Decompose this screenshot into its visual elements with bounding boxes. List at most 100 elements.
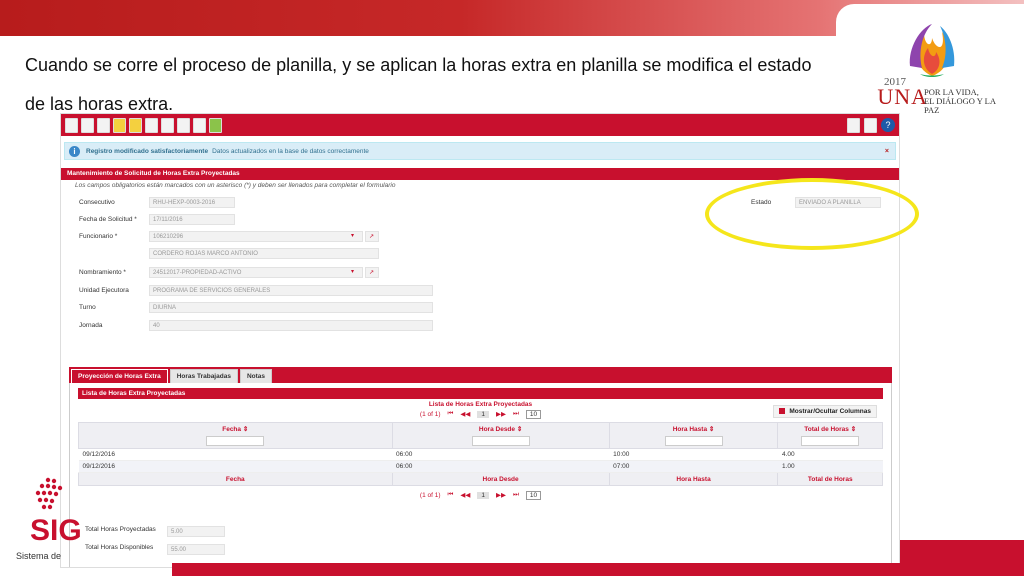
cell-fecha: 09/12/2016 [78,448,393,461]
attachment-icon[interactable] [864,117,877,133]
jornada-field: 40 [149,320,433,331]
report-icon[interactable] [193,117,206,133]
col-fecha-label: Fecha [222,426,242,433]
total-disponibles-field: 55.00 [167,544,225,555]
unidad-label: Unidad Ejecutora [79,287,129,294]
pager-text: (1 of 1) [419,410,441,418]
info-icon: i [69,145,80,157]
cell-hora-desde: 06:00 [392,460,610,473]
network-icon[interactable] [161,117,174,133]
list-icon[interactable] [97,117,110,133]
next-page-icon[interactable]: ▶▶ [496,491,506,499]
col-header-hora-hasta[interactable]: Hora Hasta ⇕ [608,422,779,449]
bottom-banner [172,563,1024,576]
funcionario-open-icon[interactable]: ↗ [365,231,379,242]
new-document-icon[interactable] [65,117,78,133]
grid-icon[interactable] [177,117,190,133]
total-proyectadas-field: 5.00 [167,526,225,537]
nombramiento-label: Nombramiento * [79,269,126,276]
rows-per-page-select[interactable]: 10 [525,409,542,419]
tab-notas[interactable]: Notas [239,369,272,383]
flame-logo-icon [909,24,955,77]
next-page-icon[interactable]: ▶▶ [496,410,506,418]
fecha-field[interactable]: 17/11/2016 [149,214,235,225]
section-title: Mantenimiento de Solicitud de Horas Extr… [61,168,899,180]
document-icon[interactable] [81,117,94,133]
close-message-icon[interactable]: × [885,148,889,155]
window-icon[interactable] [847,117,860,133]
fecha-label: Fecha de Solicitud * [79,216,137,223]
una-logo: 2017 UNA POR LA VIDA, EL DIÁLOGO Y LA PA… [836,4,1024,115]
table-caption: Lista de Horas Extra Proyectadas [428,401,533,408]
message-detail: Datos actualizados en la base de datos c… [212,147,369,155]
total-disponibles-label: Total Horas Disponibles [85,544,154,551]
page-number-bottom[interactable]: 1 [477,491,489,499]
toolbar-right: ? [847,117,899,133]
toggle-columns-label: Mostrar/Ocultar Columnas [789,408,871,415]
col-hora-hasta-label: Hora Hasta [672,426,708,433]
col-hora-desde-label: Hora Desde [478,426,516,433]
pager-top: (1 of 1) ⏮ ◀◀ 1 ▶▶ ⏭ 10 [78,408,883,420]
nombramiento-open-icon[interactable]: ↗ [365,267,379,278]
first-page-icon[interactable]: ⏮ [448,491,454,499]
dots-logo-icon [35,477,63,510]
sigesa-logo: SIG Sistema de [0,470,82,570]
pager-text-bottom: (1 of 1) [419,491,441,499]
clipboard-icon[interactable] [129,117,142,133]
tab-proyeccion[interactable]: Proyección de Horas Extra [71,369,168,383]
message-title: Registro modificado satisfactoriamente [86,147,209,155]
last-page-icon[interactable]: ⏭ [513,410,519,418]
filter-hora-hasta-input[interactable] [664,436,723,446]
pager-bottom: (1 of 1) ⏮ ◀◀ 1 ▶▶ ⏭ 10 [78,489,883,501]
sigesa-subtitle: Sistema de [16,551,62,561]
footer-hora-hasta: Hora Hasta [608,472,779,486]
help-icon[interactable]: ? [881,117,895,132]
cell-hora-desde: 06:00 [392,448,610,461]
rows-per-page-select-bottom[interactable]: 10 [525,490,542,500]
cell-total: 1.00 [777,460,883,473]
page-number[interactable]: 1 [477,410,489,418]
edit-icon[interactable] [113,117,126,133]
col-header-total[interactable]: Total de Horas ⇕ [777,422,883,449]
table-row[interactable]: 09/12/2016 06:00 07:00 1.00 [78,460,883,473]
overtime-table: Fecha ⇕ Hora Desde ⇕ Hora Hasta ⇕ Total … [78,422,883,486]
table-row[interactable]: 09/12/2016 06:00 10:00 4.00 [78,448,883,461]
columns-icon [779,408,786,415]
jornada-label: Jornada [79,322,103,329]
nombramiento-field[interactable]: 24512017-PROPIEDAD-ACTIVO [149,267,363,278]
logo-una: UNA [877,84,928,109]
list-header: Lista de Horas Extra Proyectadas [78,388,883,399]
consecutivo-label: Consecutivo [79,199,115,206]
last-page-icon[interactable]: ⏭ [513,491,519,499]
tree-icon[interactable] [145,117,158,133]
highlight-ellipse [705,178,919,250]
turno-field: DIURNA [149,302,433,313]
toggle-columns-button[interactable]: Mostrar/Ocultar Columnas [773,405,877,418]
col-header-fecha[interactable]: Fecha ⇕ [78,422,393,449]
consecutivo-field[interactable]: RHU-HEXP-0003-2016 [149,197,235,208]
tab-horas-trabajadas[interactable]: Horas Trabajadas [169,369,238,383]
filter-hora-desde-input[interactable] [471,436,530,446]
col-header-hora-desde[interactable]: Hora Desde ⇕ [391,422,610,449]
sigesa-brand: SIG [30,514,82,547]
first-page-icon[interactable]: ⏮ [448,410,454,418]
success-message: i Registro modificado satisfactoriamente… [64,142,896,160]
motto-line-2: EL DIÁLOGO Y LA PAZ [924,96,996,115]
unidad-field: PROGRAMA DE SERVICIOS GENERALES [149,285,433,296]
turno-label: Turno [79,304,96,311]
user-icon[interactable] [209,117,222,133]
funcionario-name-field: CORDERO ROJAS MARCO ANTONIO [149,248,379,259]
funcionario-field[interactable]: 106210296 [149,231,363,242]
funcionario-dropdown-icon[interactable]: ▾ [351,232,354,239]
funcionario-label: Funcionario * [79,233,118,240]
nombramiento-dropdown-icon[interactable]: ▾ [351,268,354,275]
filter-fecha-input[interactable] [206,436,265,446]
total-proyectadas-label: Total Horas Proyectadas [85,526,156,533]
prev-page-icon[interactable]: ◀◀ [460,491,470,499]
filter-total-input[interactable] [801,436,860,446]
tab-bar: Proyección de Horas Extra Horas Trabajad… [69,367,892,383]
prev-page-icon[interactable]: ◀◀ [460,410,470,418]
cell-hora-hasta: 07:00 [609,460,778,473]
slide: 2017 UNA POR LA VIDA, EL DIÁLOGO Y LA PA… [0,0,1024,576]
cell-hora-hasta: 10:00 [609,448,778,461]
